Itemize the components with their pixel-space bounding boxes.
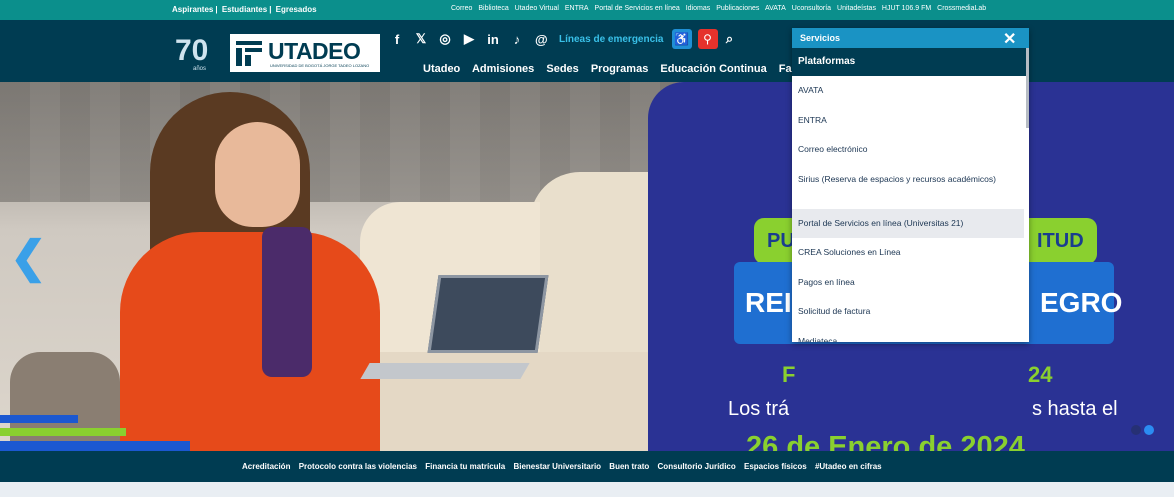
link-egresados[interactable]: Egresados — [276, 5, 317, 14]
promo-line1-right: ITUD — [1037, 230, 1084, 252]
link-financia-matricula[interactable]: Financia tu matrícula — [425, 462, 505, 471]
link-correo[interactable]: Correo — [451, 5, 472, 12]
threads-icon[interactable]: @ — [535, 32, 548, 47]
service-item-sirius[interactable]: Sirius (Reserva de espacios y recursos a… — [792, 165, 1024, 209]
photo-person-scarf — [262, 227, 312, 377]
services-list: AVATA ENTRA Correo electrónico Sirius (R… — [792, 76, 1024, 342]
anniversary-70-logo-graphic: 70 años — [175, 34, 208, 72]
decor-stripe — [0, 415, 78, 423]
link-bienestar[interactable]: Bienestar Universitario — [513, 462, 601, 471]
services-dropdown-header: Servicios ✕ — [792, 28, 1029, 48]
link-crossmedialab[interactable]: CrossmediaLab — [937, 5, 986, 12]
promo-date: 26 de Enero de 2024 — [746, 431, 1025, 451]
link-idiomas[interactable]: Idiomas — [686, 5, 711, 12]
link-aspirantes[interactable]: Aspirantes — [172, 5, 213, 14]
service-item-entra[interactable]: ENTRA — [792, 106, 1024, 136]
location-pin-icon[interactable]: ⚲ — [697, 29, 718, 49]
quick-links: Acreditación Protocolo contra las violen… — [242, 462, 888, 471]
photo-chair — [10, 352, 120, 451]
link-publicaciones[interactable]: Publicaciones — [716, 5, 759, 12]
link-espacios-fisicos[interactable]: Espacios físicos — [744, 462, 807, 471]
promo-line4-left: Los trá — [728, 398, 790, 420]
utadeo-mark-icon — [234, 38, 264, 68]
quick-links-bar: Acreditación Protocolo contra las violen… — [0, 451, 1174, 482]
carousel-dots — [1131, 422, 1157, 440]
service-item-avata[interactable]: AVATA — [792, 76, 1024, 106]
link-utadeo-cifras[interactable]: #Utadeo en cifras — [815, 462, 882, 471]
photo-person-sweater — [120, 232, 380, 451]
decor-stripe — [0, 441, 190, 451]
photo-person-face — [215, 122, 300, 227]
close-icon[interactable]: ✕ — [1003, 29, 1016, 49]
emergency-lines-link[interactable]: Líneas de emergencia — [559, 34, 664, 45]
nav-sedes[interactable]: Sedes — [546, 63, 578, 75]
main-nav: Utadeo Admisiones Sedes Programas Educac… — [423, 63, 813, 75]
link-acreditacion[interactable]: Acreditación — [242, 462, 290, 471]
link-avata[interactable]: AVATA — [765, 5, 786, 12]
top-utility-bar: Aspirantes | Estudiantes | Egresados Corre… — [0, 0, 1174, 20]
service-links: Correo Biblioteca Utadeo Virtual ENTRA P… — [451, 5, 990, 12]
link-utadeo-virtual[interactable]: Utadeo Virtual — [515, 5, 559, 12]
link-hjut-fm[interactable]: HJUT 106.9 FM — [882, 5, 931, 12]
anniversary-70-logo[interactable]: 70 años — [174, 28, 218, 74]
linkedin-icon[interactable]: in — [487, 32, 499, 47]
promo-line1-left: PU — [767, 230, 795, 252]
carousel-dot-active[interactable] — [1144, 425, 1154, 435]
service-item-mediateca[interactable]: Mediateca — [792, 327, 1024, 343]
section-plataformas: Plataformas — [792, 48, 1029, 76]
service-item-correo[interactable]: Correo electrónico — [792, 135, 1024, 165]
link-uconsultoria[interactable]: Uconsultoría — [792, 5, 831, 12]
separator: | — [269, 5, 272, 14]
service-item-factura[interactable]: Solicitud de factura — [792, 297, 1024, 327]
logo-wordmark: UTADEO — [268, 38, 361, 64]
carousel-dot[interactable] — [1131, 425, 1141, 435]
link-biblioteca[interactable]: Biblioteca — [478, 5, 508, 12]
service-item-pagos[interactable]: Pagos en línea — [792, 268, 1024, 298]
x-twitter-icon[interactable]: 𝕏 — [415, 31, 427, 47]
photo-cubicle — [530, 172, 660, 372]
nav-utadeo[interactable]: Utadeo — [423, 63, 460, 75]
carousel-prev-icon[interactable]: ❮ — [10, 232, 47, 283]
decor-stripe — [0, 428, 126, 436]
link-portal-servicios[interactable]: Portal de Servicios en línea — [595, 5, 680, 12]
nav-admisiones[interactable]: Admisiones — [472, 63, 534, 75]
promo-line3-right: 24 — [1028, 362, 1053, 387]
promo-line2-right: EGRO — [1040, 287, 1123, 318]
accessibility-icon[interactable]: ♿ — [671, 29, 692, 49]
link-protocolo-violencias[interactable]: Protocolo contra las violencias — [299, 462, 417, 471]
link-consultorio-juridico[interactable]: Consultorio Jurídico — [658, 462, 736, 471]
nav-educacion-continua[interactable]: Educación Continua — [660, 63, 766, 75]
social-and-tools: f 𝕏 ◎ ▶ in ♪ @ Líneas de emergencia ♿ ⚲ … — [391, 29, 748, 49]
link-unitadeistas[interactable]: Unitadeístas — [837, 5, 876, 12]
service-item-portal-servicios[interactable]: Portal de Servicios en línea (Universita… — [792, 208, 1024, 238]
dropdown-scrollbar[interactable] — [1026, 48, 1029, 128]
youtube-icon[interactable]: ▶ — [463, 31, 475, 47]
logo-70-number: 70 — [175, 34, 208, 67]
service-item-crea[interactable]: CREA Soluciones en Línea — [792, 238, 1024, 268]
search-icon[interactable]: ⌕ — [724, 31, 736, 47]
hero-photo — [0, 82, 680, 451]
link-estudiantes[interactable]: Estudiantes — [222, 5, 267, 14]
link-entra[interactable]: ENTRA — [565, 5, 589, 12]
logo-70-sub: años — [193, 66, 206, 72]
utadeo-logo[interactable]: UTADEO UNIVERSIDAD DE BOGOTÁ JORGE TADEO… — [230, 34, 380, 72]
photo-laptop-base — [360, 363, 530, 379]
instagram-icon[interactable]: ◎ — [439, 31, 451, 47]
tiktok-icon[interactable]: ♪ — [511, 32, 523, 47]
link-buen-trato[interactable]: Buen trato — [609, 462, 649, 471]
photo-laptop — [427, 275, 549, 353]
services-dropdown-title: Servicios — [800, 33, 841, 43]
promo-line4-right: s hasta el — [1032, 398, 1118, 420]
promo-line3-left: F — [782, 362, 796, 387]
nav-programas[interactable]: Programas — [591, 63, 648, 75]
logo-subtitle: UNIVERSIDAD DE BOGOTÁ JORGE TADEO LOZANO — [270, 63, 370, 68]
facebook-icon[interactable]: f — [391, 32, 403, 47]
services-dropdown: Servicios ✕ Plataformas AVATA ENTRA Corr… — [792, 28, 1029, 342]
audience-links: Aspirantes | Estudiantes | Egresados — [172, 5, 319, 14]
separator: | — [215, 5, 218, 14]
promo-line2-left: REI — [745, 287, 792, 318]
